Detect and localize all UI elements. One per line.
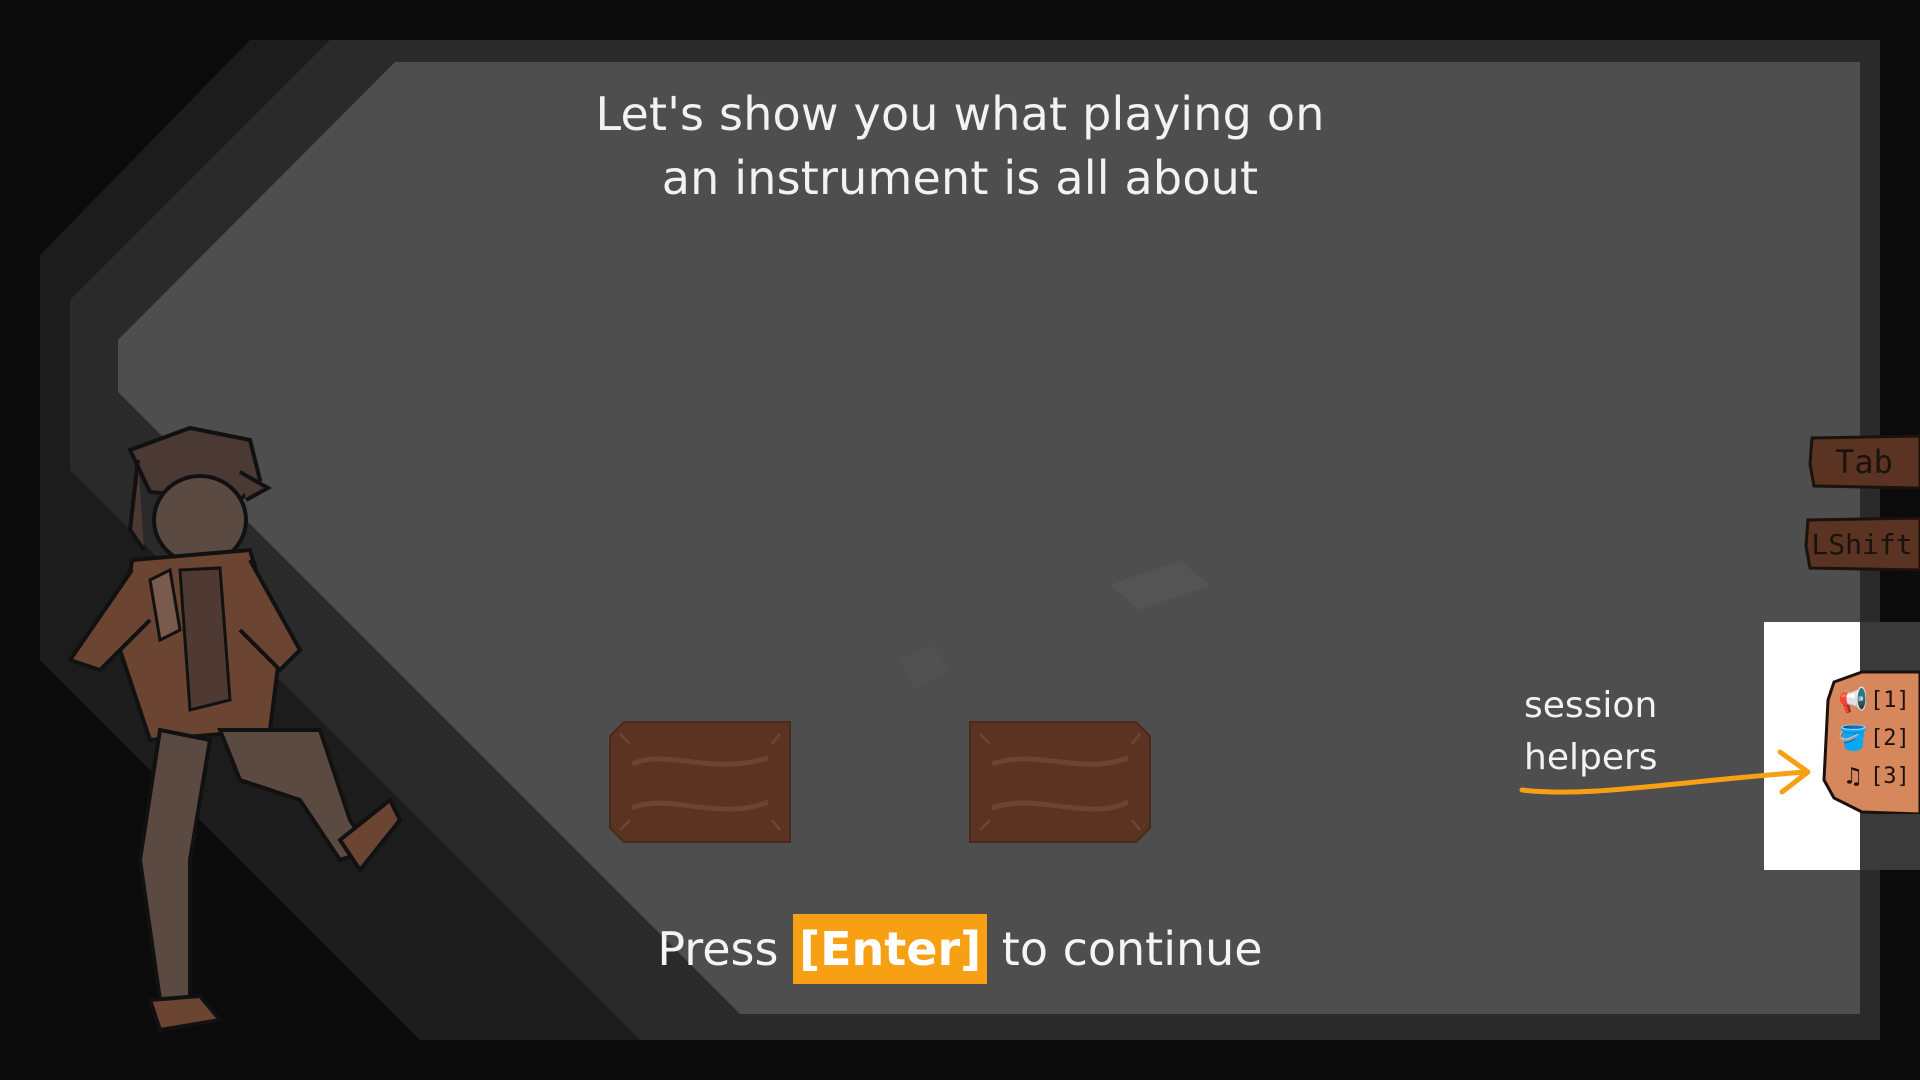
annotation-arrow-icon [1519,749,1811,795]
tab-key-tag[interactable]: Tab [1808,434,1920,490]
continue-prompt: Press [Enter] to continue [560,914,1360,984]
lshift-key-tag[interactable]: LShift [1804,516,1920,572]
annotation-line-1: session [1524,685,1658,726]
note-pad-left[interactable] [608,720,792,844]
instruction-line-1: Let's show you what playing on [595,87,1325,141]
helper-key-1: [1] [1870,687,1910,713]
note-pad-right[interactable] [968,720,1152,844]
instruction-line-2: an instrument is all about [661,151,1259,205]
music-notes-icon: ♫ [1845,762,1861,790]
continue-suffix: to continue [987,922,1263,976]
helper-item-2[interactable]: 🪣 [2] [1836,720,1920,756]
bucket-icon: 🪣 [1838,724,1868,752]
enter-key-badge[interactable]: [Enter] [793,914,988,984]
continue-prefix: Press [657,922,794,976]
helper-item-1[interactable]: 📢 [1] [1836,682,1920,718]
helper-key-2: [2] [1870,725,1910,751]
helper-key-3: [3] [1870,763,1910,789]
musician-character [66,425,403,1033]
lshift-key-label: LShift [1811,527,1913,561]
game-stage: Let's show you what playing on an instru… [0,0,1920,1080]
tutorial-instruction: Let's show you what playing on an instru… [560,82,1360,210]
megaphone-icon: 📢 [1838,686,1868,714]
helper-item-3[interactable]: ♫ [3] [1836,758,1920,794]
tab-key-label: Tab [1835,443,1893,481]
